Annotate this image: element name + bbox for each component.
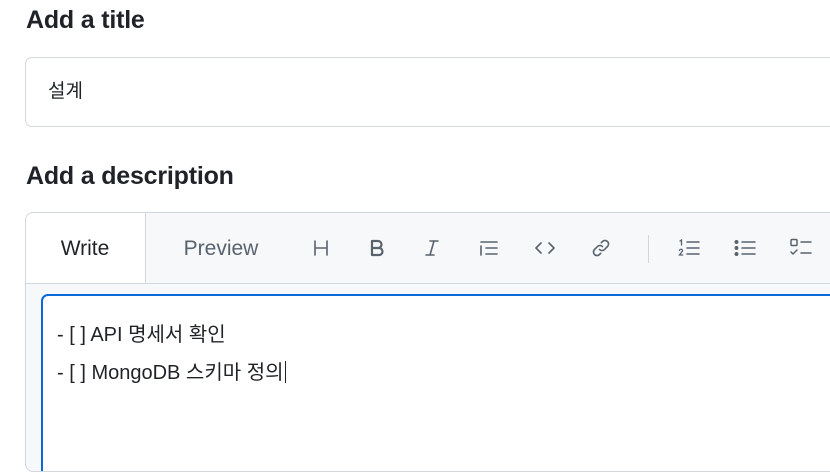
heading-icon[interactable] bbox=[304, 231, 338, 265]
title-input[interactable]: 설계 bbox=[25, 57, 830, 127]
title-heading: Add a title bbox=[26, 6, 145, 34]
link-icon[interactable] bbox=[584, 231, 618, 265]
tab-preview[interactable]: Preview bbox=[166, 213, 276, 283]
task-list-icon[interactable] bbox=[784, 231, 818, 265]
toolbar-divider bbox=[648, 235, 649, 263]
description-editor: Write Preview - [] API 명세서 확인 - [] Mon… bbox=[25, 212, 830, 472]
bold-icon[interactable] bbox=[360, 231, 394, 265]
textarea-line: - [ ] API 명세서 확인 bbox=[57, 324, 226, 346]
textarea-line-text: - [ ] MongoDB 스키마 정의 bbox=[57, 362, 284, 384]
editor-tabbar: Write Preview bbox=[26, 213, 830, 283]
ordered-list-icon[interactable] bbox=[672, 231, 706, 265]
tab-write[interactable]: Write bbox=[26, 213, 146, 283]
textarea-line: - [ ] MongoDB 스키마 정의 bbox=[57, 356, 286, 385]
italic-icon[interactable] bbox=[415, 231, 449, 265]
code-icon[interactable] bbox=[528, 231, 562, 265]
description-textarea[interactable]: - [ ] API 명세서 확인 - [ ] MongoDB 스키마 정의 bbox=[41, 294, 830, 471]
tabbar-divider bbox=[26, 283, 830, 284]
text-caret bbox=[284, 361, 286, 383]
description-heading: Add a description bbox=[26, 162, 234, 190]
unordered-list-icon[interactable] bbox=[728, 231, 762, 265]
quote-icon[interactable] bbox=[472, 231, 506, 265]
